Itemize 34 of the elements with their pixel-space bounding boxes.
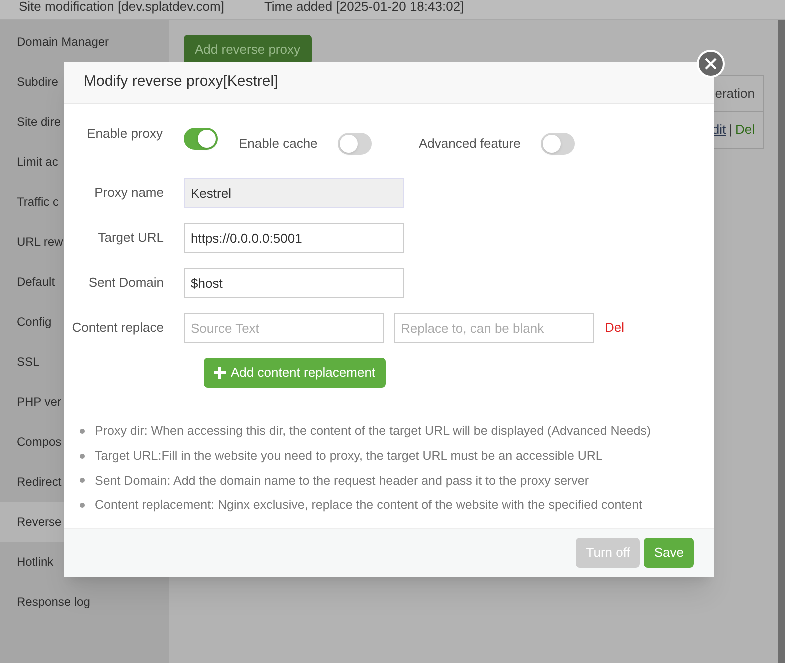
toggle-label: Enable proxy [86, 125, 164, 144]
sidebar-item[interactable]: Domain Manager [0, 22, 169, 62]
dialog-title: Modify reverse proxy[Kestrel] [84, 72, 278, 92]
time-added: Time added [2025-01-20 18:43:02] [264, 0, 464, 14]
field-label: Target URL [97, 229, 165, 248]
link-separator: | [729, 121, 732, 140]
toggle-switch[interactable] [184, 128, 218, 150]
site-title: Site modification [dev.splatdev.com] [19, 0, 224, 14]
add-reverse-proxy-button[interactable]: Add reverse proxy [184, 35, 312, 65]
column-header: eration [715, 84, 755, 103]
note-text: Content replacement: Nginx exclusive, replace the content of the website with the specified content [95, 497, 643, 514]
sidebar-item[interactable]: Response log [0, 582, 169, 622]
toggle-label: Enable cache [239, 135, 319, 154]
toggle-switch[interactable] [338, 133, 372, 155]
field-label: Content replace [71, 319, 165, 338]
text-field[interactable]: https://0.0.0.0:5001 [184, 223, 404, 253]
close-icon[interactable] [697, 50, 725, 78]
source-text-field[interactable]: Source Text [184, 313, 384, 343]
delete-link[interactable]: Del [605, 318, 625, 338]
plus-icon [214, 367, 226, 379]
note-text: Proxy dir: When accessing this dir, the content of the target URL will be displayed (Advanced Needs) [95, 423, 652, 440]
note-text: Sent Domain: Add the domain name to the request header and pass it to the proxy server [95, 472, 590, 490]
field-label: Proxy name [94, 184, 165, 202]
toggle-label: Advanced feature [419, 135, 522, 154]
bullet-icon [80, 478, 85, 484]
bullet-icon [80, 454, 85, 459]
text-field[interactable]: $host [184, 268, 404, 298]
replace-text-field[interactable]: Replace to, can be blank [394, 313, 594, 343]
bullet-icon [80, 503, 85, 508]
bullet-icon [80, 428, 85, 434]
toggle-switch[interactable] [540, 133, 575, 155]
delete-link[interactable]: Del [735, 120, 755, 140]
field-label: Sent Domain [88, 274, 165, 292]
note-text: Target URL:Fill in the website you need to proxy, the target URL must be an accessible URL [95, 448, 603, 465]
